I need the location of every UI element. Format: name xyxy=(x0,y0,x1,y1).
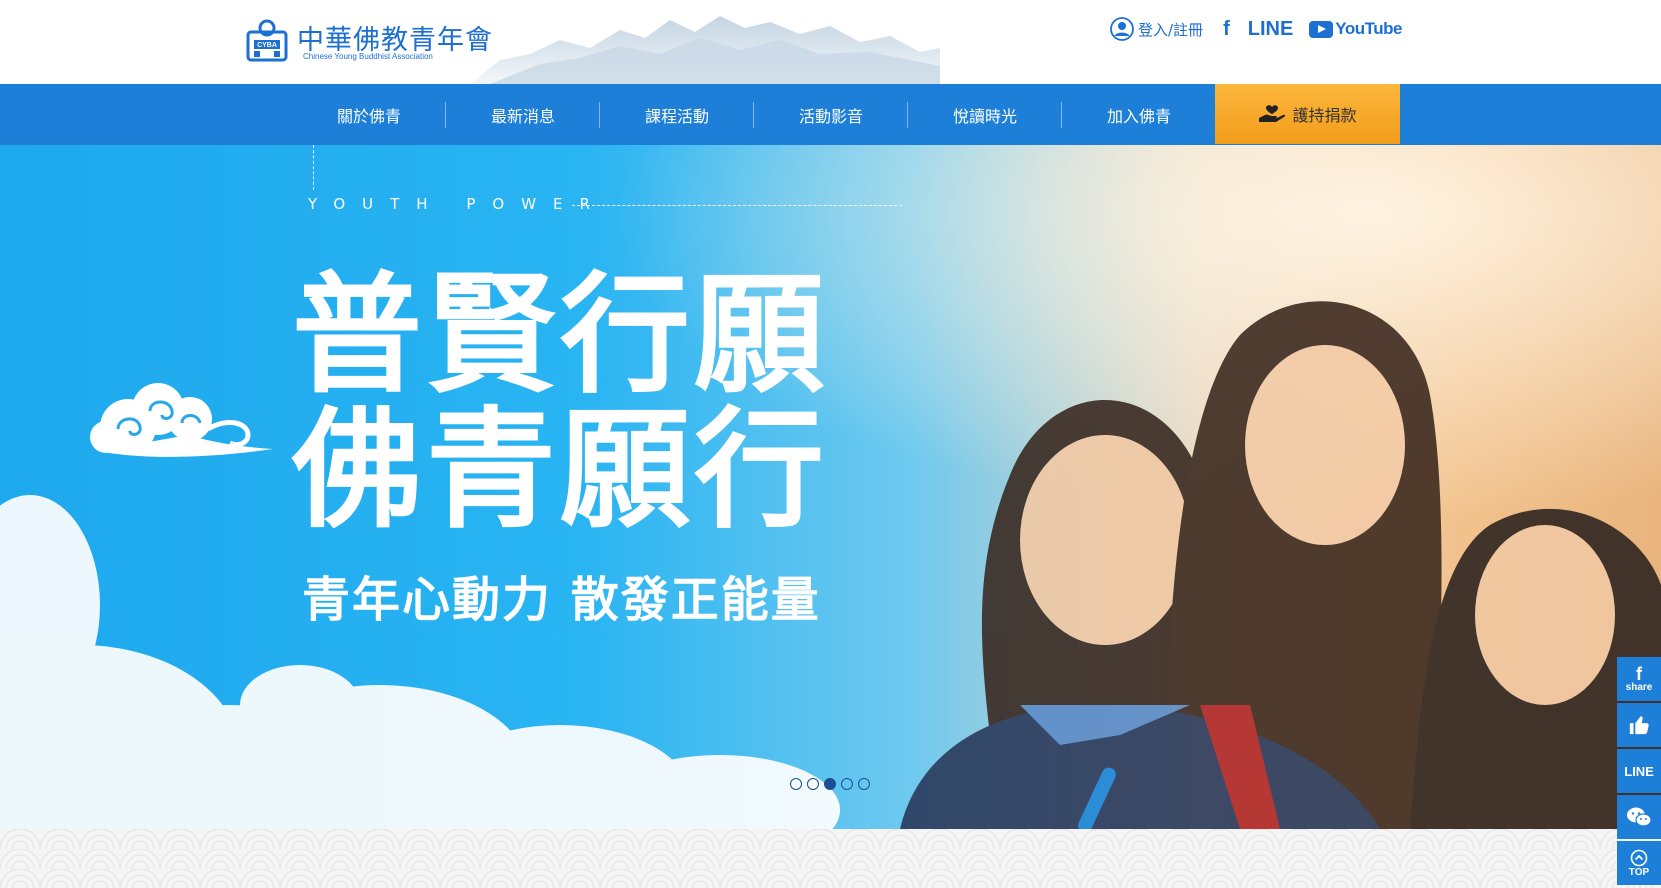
chevron-up-icon xyxy=(1630,849,1648,866)
donate-hand-heart-icon xyxy=(1259,105,1286,122)
carousel-pagination xyxy=(790,778,875,790)
top-label: TOP xyxy=(1628,866,1650,878)
site-header: CYBA 中華佛教青年會 Chinese Young Buddhist Asso… xyxy=(0,0,1661,84)
main-nav: 關於佛青 最新消息 課程活動 活動影音 悅讀時光 加入佛青 xyxy=(0,84,1661,145)
nav-item-reading[interactable]: 悅讀時光 xyxy=(908,84,1062,145)
facebook-share-button[interactable]: f share xyxy=(1617,657,1661,701)
login-register-label: 登入/註冊 xyxy=(1138,20,1204,39)
youtube-link[interactable]: YouTube xyxy=(1309,19,1402,39)
header-links: 登入/註冊 f LINE YouTube xyxy=(1110,14,1402,44)
hero-background-art xyxy=(0,145,1661,829)
decorative-dashed-vertical xyxy=(313,145,314,190)
facebook-icon[interactable]: f xyxy=(1223,18,1230,41)
hero-tagline: 青年心動力 散發正能量 xyxy=(302,572,821,628)
line-link[interactable]: LINE xyxy=(1248,18,1294,41)
wechat-share-button[interactable] xyxy=(1617,795,1661,839)
youtube-label: YouTube xyxy=(1335,19,1402,38)
user-icon xyxy=(1110,17,1134,41)
floating-share-bar: f share LINE TOP xyxy=(1617,657,1661,887)
nav-item-news[interactable]: 最新消息 xyxy=(446,84,600,145)
youtube-play-icon xyxy=(1309,20,1334,38)
carousel-dot-1[interactable] xyxy=(790,778,802,790)
line-share-button[interactable]: LINE xyxy=(1617,749,1661,793)
site-logo[interactable]: CYBA 中華佛教青年會 Chinese Young Buddhist Asso… xyxy=(245,16,492,66)
wave-pattern-background xyxy=(0,829,1661,888)
ink-mountains-decoration xyxy=(470,16,940,84)
carousel-dot-3[interactable] xyxy=(824,778,836,790)
hero-kicker: YOUTH POWER xyxy=(308,195,607,213)
carousel-dot-4[interactable] xyxy=(841,778,853,790)
like-button[interactable] xyxy=(1617,703,1661,747)
share-label: share xyxy=(1625,682,1653,693)
nav-item-courses[interactable]: 課程活動 xyxy=(600,84,754,145)
facebook-icon: f xyxy=(1636,664,1642,684)
wechat-icon xyxy=(1627,807,1652,827)
nav-item-videos[interactable]: 活動影音 xyxy=(754,84,908,145)
logo-english-name: Chinese Young Buddhist Association xyxy=(303,52,433,61)
hero-banner: YOUTH POWER 普賢行願 佛青願行 青年心動力 散發正能量 xyxy=(0,145,1661,829)
cyba-logo-icon: CYBA xyxy=(246,19,288,62)
nav-item-join[interactable]: 加入佛青 xyxy=(1062,84,1216,145)
thumbs-up-icon xyxy=(1629,716,1649,735)
decorative-dashed-line xyxy=(572,205,902,206)
login-register-link[interactable]: 登入/註冊 xyxy=(1110,17,1203,41)
donate-label: 護持捐款 xyxy=(1292,106,1357,125)
carousel-dot-2[interactable] xyxy=(807,778,819,790)
back-to-top-button[interactable]: TOP xyxy=(1617,841,1661,885)
logo-badge-text: CYBA xyxy=(257,42,277,49)
hero-headline-line2: 佛青願行 xyxy=(292,394,829,546)
nav-item-about[interactable]: 關於佛青 xyxy=(292,84,446,145)
auspicious-cloud-icon xyxy=(90,383,273,457)
hero-headline-line1: 普賢行願 xyxy=(292,259,829,411)
donate-button[interactable]: 護持捐款 xyxy=(1215,84,1400,144)
carousel-dot-5[interactable] xyxy=(858,778,870,790)
